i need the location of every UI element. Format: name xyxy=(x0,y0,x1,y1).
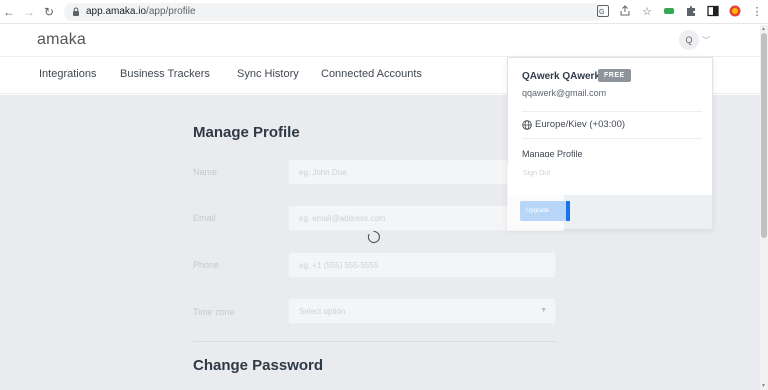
plan-badge: FREE xyxy=(598,69,631,82)
chevron-down-icon: ▼ xyxy=(540,307,547,314)
puzzle-extensions-icon[interactable] xyxy=(684,4,698,18)
side-panel-icon[interactable] xyxy=(706,4,720,18)
loading-spinner-icon xyxy=(367,230,381,244)
upgrade-label: Upgrade xyxy=(526,208,550,214)
scroll-down-icon[interactable]: ▼ xyxy=(761,383,766,389)
page-scrollbar[interactable]: ▲ ▼ xyxy=(760,25,768,390)
globe-icon xyxy=(522,119,532,130)
amaka-logo[interactable]: amaka xyxy=(37,31,86,49)
nav-business-trackers[interactable]: Business Trackers xyxy=(120,68,210,80)
profile-avatar-icon[interactable] xyxy=(728,4,742,18)
lock-icon xyxy=(72,7,80,16)
chevron-down-icon[interactable]: ﹀ xyxy=(702,35,710,46)
phone-field[interactable]: eg. +1 (555) 555-5555 xyxy=(288,252,556,278)
translate-icon[interactable]: G xyxy=(596,4,610,18)
share-icon[interactable] xyxy=(618,4,632,18)
kebab-menu-icon[interactable]: ⋮ xyxy=(750,4,764,18)
email-placeholder: eg. email@address.com xyxy=(299,214,386,223)
browser-toolbar: ← → ↻ app.amaka.io/app/profile G ☆ ⋮ xyxy=(0,0,768,24)
name-placeholder: eg. John Doe xyxy=(299,168,347,177)
manage-profile-item[interactable]: Manage Profile xyxy=(522,149,583,157)
forward-arrow-icon[interactable]: → xyxy=(22,5,36,19)
timezone-placeholder: Select option xyxy=(299,307,346,316)
change-password-title: Change Password xyxy=(193,357,324,374)
reload-icon[interactable]: ↻ xyxy=(42,5,56,19)
svg-text:G: G xyxy=(599,9,604,16)
phone-label: Phone xyxy=(193,260,220,270)
name-label: Name xyxy=(193,167,218,177)
back-arrow-icon[interactable]: ← xyxy=(2,5,16,19)
timezone-label: Time zone xyxy=(193,307,235,317)
nav-integrations[interactable]: Integrations xyxy=(39,68,96,80)
scroll-thumb[interactable] xyxy=(761,33,767,238)
nav-sync-history[interactable]: Sync History xyxy=(237,68,299,80)
app-header: amaka Q ﹀ xyxy=(0,25,760,57)
nav-connected-accounts[interactable]: Connected Accounts xyxy=(321,68,422,80)
upgrade-button-edge xyxy=(566,201,570,221)
user-email: qqawerk@gmail.com xyxy=(522,88,607,98)
address-bar[interactable]: app.amaka.io/app/profile xyxy=(64,2,604,21)
email-label: Email xyxy=(193,213,216,223)
account-menu-toggle[interactable]: Q ﹀ xyxy=(679,30,710,50)
phone-placeholder: eg. +1 (555) 555-5555 xyxy=(299,261,379,270)
url-host: app.amaka.io xyxy=(86,6,147,17)
scroll-up-icon[interactable]: ▲ xyxy=(761,26,766,32)
section-divider xyxy=(193,341,557,342)
menu-divider xyxy=(522,138,702,139)
timezone-item[interactable]: Europe/Kiev (+03:00) xyxy=(522,119,625,130)
bookmark-star-icon[interactable]: ☆ xyxy=(640,4,654,18)
avatar[interactable]: Q xyxy=(679,30,699,50)
upgrade-button[interactable]: Upgrade xyxy=(520,201,566,221)
sign-out-item[interactable]: Sign Out xyxy=(523,170,550,177)
timezone-text: Europe/Kiev (+03:00) xyxy=(535,119,626,130)
timezone-select[interactable]: Select option ▼ xyxy=(288,298,556,324)
extension-green-icon[interactable] xyxy=(662,4,676,18)
user-name: QAwerk QAwerk xyxy=(522,71,601,82)
manage-profile-title: Manage Profile xyxy=(193,124,300,141)
url-path: /app/profile xyxy=(146,6,196,17)
menu-divider xyxy=(522,111,702,112)
